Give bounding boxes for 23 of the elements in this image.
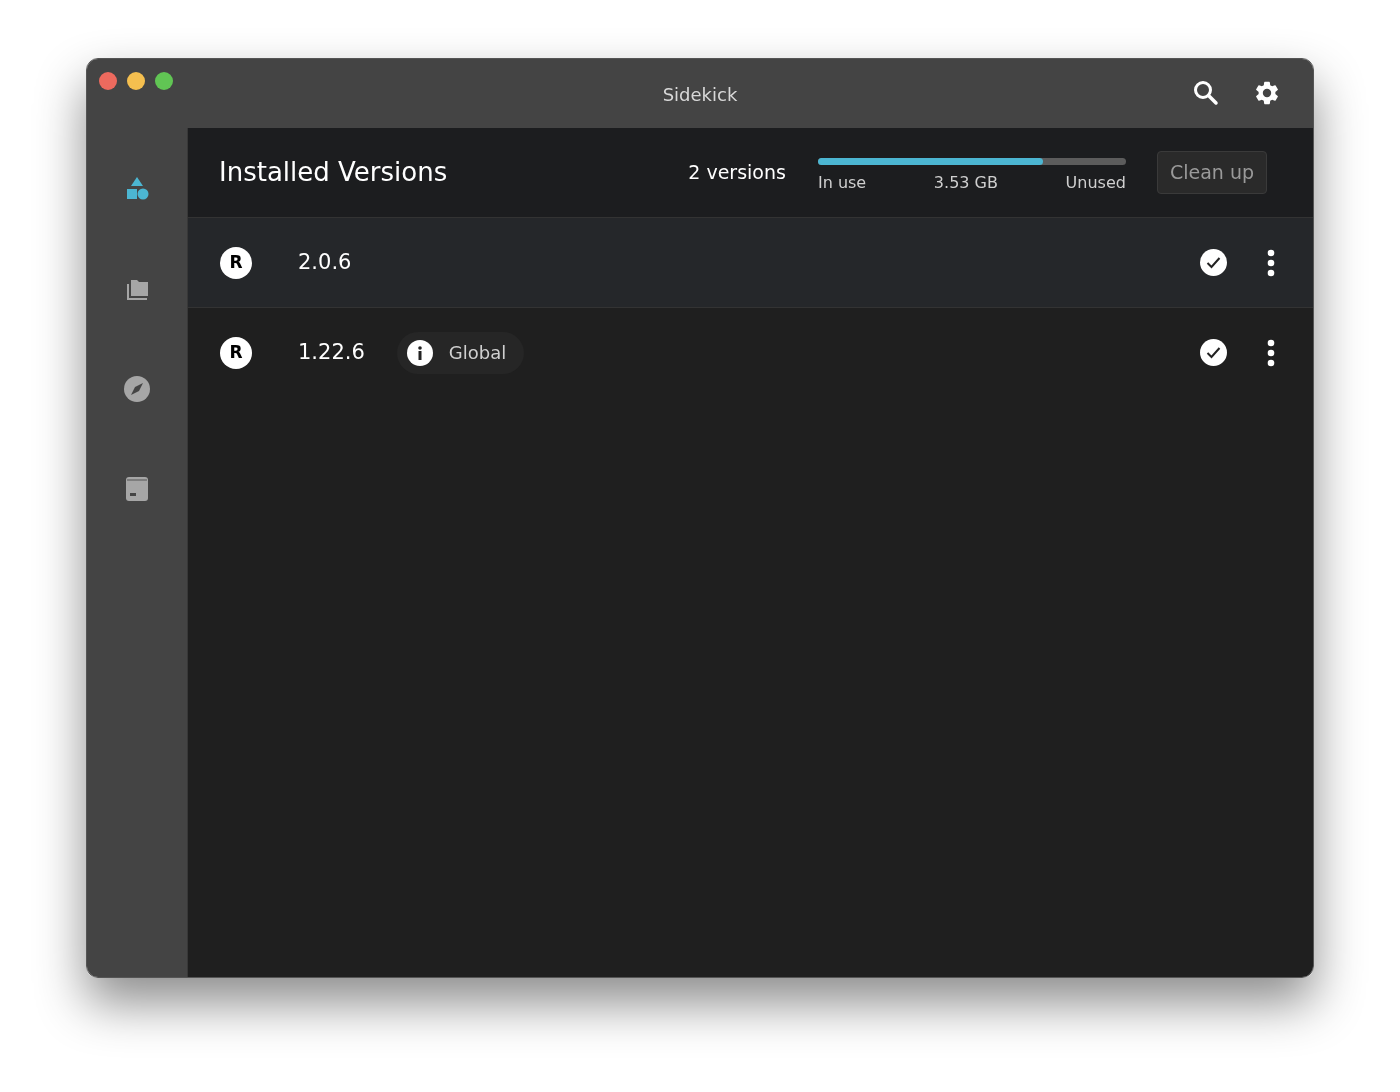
info-icon — [406, 339, 433, 366]
version-number: 1.22.6 — [298, 338, 365, 366]
tag-label: Global — [448, 341, 507, 365]
window-title: Sidekick — [662, 83, 738, 107]
minimize-button[interactable] — [127, 72, 145, 90]
settings-icon[interactable] — [1253, 79, 1281, 107]
more-icon[interactable] — [1267, 338, 1275, 367]
maximize-button[interactable] — [155, 72, 173, 90]
version-number: 2.0.6 — [298, 248, 352, 276]
storage-size: 3.53 GB — [933, 172, 998, 194]
compass-icon[interactable] — [122, 374, 152, 404]
page-title: Installed Versions — [219, 156, 448, 189]
unused-label: Unused — [1065, 172, 1126, 194]
check-icon — [1200, 249, 1227, 276]
close-button[interactable] — [99, 72, 117, 90]
version-count: 2 versions — [688, 160, 786, 186]
r-badge: R — [220, 246, 252, 279]
version-row[interactable]: R 2.0.6 — [188, 218, 1313, 308]
in-use-label: In use — [817, 172, 867, 194]
search-icon[interactable] — [1193, 80, 1219, 106]
r-badge: R — [220, 336, 252, 369]
more-icon[interactable] — [1267, 248, 1275, 277]
check-icon — [1200, 339, 1227, 366]
